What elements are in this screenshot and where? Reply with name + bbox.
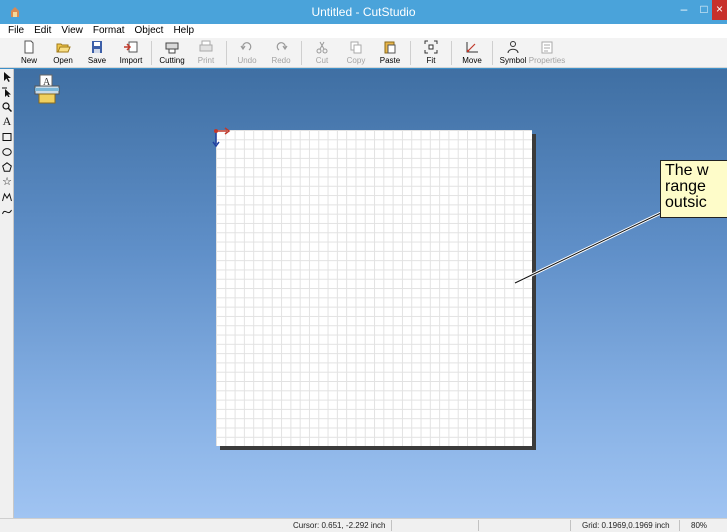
node-edit-tool[interactable] [0,84,14,99]
workspace[interactable]: A The w range outsic [14,69,727,518]
ellipse-icon [2,147,12,156]
properties-button[interactable]: Properties [528,38,566,68]
origin-icon [212,127,231,148]
menu-edit[interactable]: Edit [29,24,56,38]
new-icon [24,40,34,54]
polyline-tool[interactable] [0,189,14,204]
undo-icon [240,42,252,51]
cut-label: Cut [315,56,329,65]
save-label: Save [87,56,107,65]
polygon-tool[interactable] [0,159,14,174]
select-arrow-icon [4,71,11,82]
toolbar-separator [226,41,227,65]
cutting-label: Cutting [159,56,185,65]
status-separator [391,520,392,531]
menu-help[interactable]: Help [168,24,199,38]
select-tool[interactable] [0,69,14,84]
curve-tool[interactable] [0,204,14,219]
curve-icon [2,209,12,214]
maximize-button[interactable]: □ [694,0,714,20]
star-tool[interactable]: ☆ [0,174,14,189]
print-button[interactable]: Print [189,38,223,68]
redo-icon [276,42,288,51]
paste-button[interactable]: Paste [373,38,407,68]
toolbar: New Open Save Import Cutting Print Undo … [0,38,727,68]
move-icon [466,42,478,53]
symbol-label: Symbol [499,56,527,65]
fit-icon [424,40,438,54]
paste-icon [384,41,396,54]
undo-button[interactable]: Undo [230,38,264,68]
menu-format[interactable]: Format [88,24,130,38]
save-button[interactable]: Save [80,38,114,68]
tool-palette: A ☆ [0,69,14,518]
zoom-tool[interactable] [0,99,14,114]
window-title: Untitled - CutStudio [311,5,416,19]
status-separator [679,520,680,531]
new-button[interactable]: New [12,38,46,68]
save-icon [92,41,102,53]
print-label: Print [197,56,215,65]
import-icon [124,41,138,53]
properties-label: Properties [528,56,566,65]
copy-button[interactable]: Copy [339,38,373,68]
toolbar-separator [410,41,411,65]
rectangle-tool[interactable] [0,129,14,144]
close-button[interactable]: × [712,0,727,20]
properties-icon [541,41,553,54]
polygon-icon [2,161,12,172]
minimize-button[interactable]: – [674,0,694,20]
status-bar: Cursor: 0.651, -2.292 inch Grid: 0.1969,… [0,518,727,532]
cutting-icon [165,42,179,54]
symbol-button[interactable]: Symbol [496,38,530,68]
menu-bar: File Edit View Format Object Help [0,24,727,38]
open-label: Open [53,56,73,65]
ellipse-tool[interactable] [0,144,14,159]
cut-icon [316,41,328,54]
menu-object[interactable]: Object [130,24,169,38]
fit-button[interactable]: Fit [414,38,448,68]
copy-label: Copy [346,56,366,65]
paste-label: Paste [379,56,401,65]
toolbar-separator [151,41,152,65]
cutting-button[interactable]: Cutting [155,38,189,68]
status-cursor: Cursor: 0.651, -2.292 inch [293,521,386,530]
cutting-icon[interactable]: A [34,74,60,104]
new-label: New [20,56,37,65]
callout-text-box: The w range outsic [660,160,727,218]
redo-label: Redo [271,56,291,65]
import-label: Import [119,56,143,65]
status-separator [478,520,479,531]
title-bar: Untitled - CutStudio – □ × [0,0,727,24]
open-icon [56,43,71,53]
cutting-sheet[interactable] [216,130,532,446]
toolbar-separator [451,41,452,65]
open-button[interactable]: Open [46,38,80,68]
text-tool[interactable]: A [0,114,14,129]
import-button[interactable]: Import [114,38,148,68]
node-edit-icon [2,87,11,97]
zoom-icon [2,101,12,112]
copy-icon [350,41,362,54]
toolbar-separator [301,41,302,65]
print-icon [199,40,213,52]
menu-view[interactable]: View [56,24,88,38]
fit-label: Fit [426,56,436,65]
symbol-icon [507,41,519,54]
rectangle-icon [2,132,12,141]
undo-label: Undo [237,56,257,65]
polyline-icon [2,192,12,201]
toolbar-separator [492,41,493,65]
status-separator [570,520,571,531]
move-button[interactable]: Move [455,38,489,68]
redo-button[interactable]: Redo [264,38,298,68]
menu-file[interactable]: File [0,24,29,38]
status-grid: Grid: 0.1969,0.1969 inch [582,521,670,530]
move-label: Move [462,56,482,65]
cut-button[interactable]: Cut [305,38,339,68]
status-zoom: 80% [691,521,708,530]
